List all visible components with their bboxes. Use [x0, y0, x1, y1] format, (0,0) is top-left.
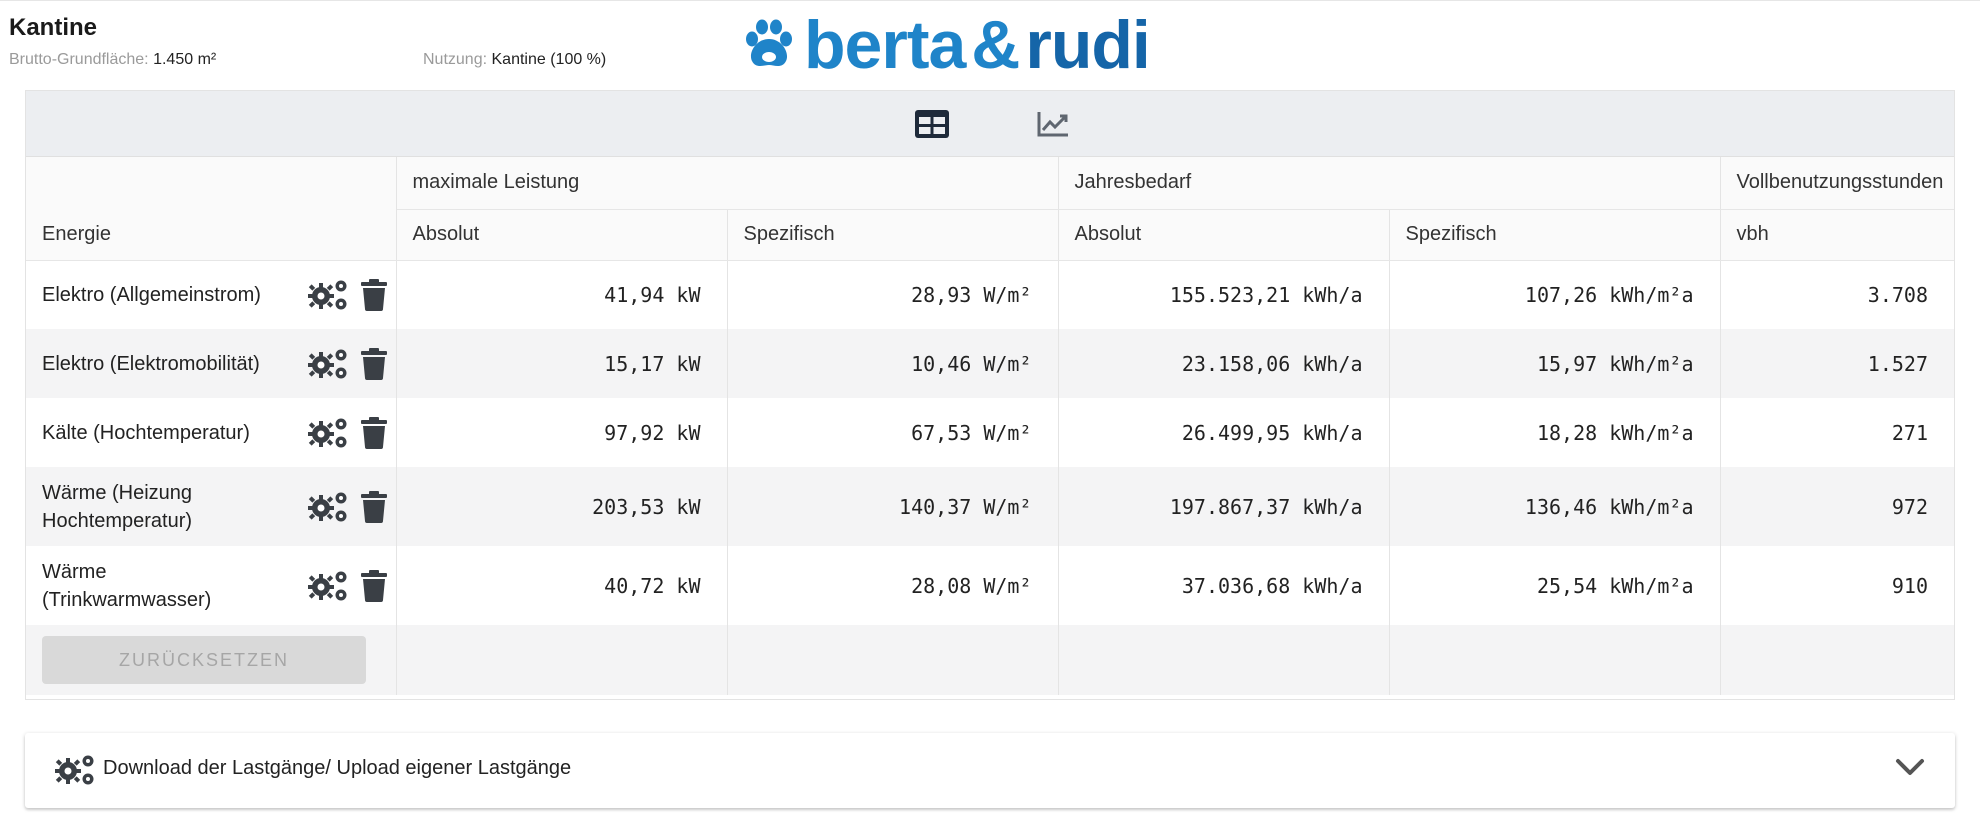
energy-name: Elektro (Allgemeinstrom) — [42, 283, 261, 306]
gross-floor-area-label: Brutto-Grundfläche: — [9, 51, 149, 68]
power-absolute-cell: 41,94 kW — [396, 260, 728, 329]
gross-floor-area: Brutto-Grundfläche: 1.450 m² — [9, 51, 216, 69]
table-view-button[interactable] — [912, 106, 952, 142]
energy-cell: Elektro (Allgemeinstrom) — [26, 260, 397, 329]
trash-icon[interactable] — [360, 569, 388, 602]
power-absolute-cell: 97,92 kW — [396, 398, 728, 467]
annual-specific-cell: 107,26 kWh/m²a — [1389, 260, 1721, 329]
energy-cell: Kälte (Hochtemperatur) — [26, 398, 397, 467]
energy-panel: Energie maximale Leistung Jahresbedarf V… — [25, 90, 1955, 700]
energy-cell: Elektro (Elektromobilität) — [26, 329, 397, 398]
full-load-hours-header: Vollbenutzungsstunden — [1720, 157, 1954, 210]
annual-absolute-cell: 37.036,68 kWh/a — [1058, 546, 1390, 625]
vbh-cell: 972 — [1720, 467, 1954, 546]
settings-icon[interactable] — [307, 278, 350, 312]
gross-floor-area-value: 1.450 m² — [153, 51, 217, 68]
usage: Nutzung: Kantine (100 %) — [423, 51, 606, 69]
power-specific-cell: 10,46 W/m² — [727, 329, 1059, 398]
header: Kantine Brutto-Grundfläche: 1.450 m² Nut… — [0, 0, 1980, 90]
table-row: Kälte (Hochtemperatur) 97,92 kW 67,53 W/m²… — [26, 398, 1954, 467]
table-row: Elektro (Elektromobilität) 15,17 kW 10,46 … — [26, 329, 1954, 398]
power-absolute-header: Absolut — [396, 209, 728, 261]
settings-icon[interactable] — [307, 569, 350, 603]
chevron-down-icon — [1895, 757, 1925, 782]
brand-part2: rudi — [1025, 7, 1150, 83]
energy-name: Elektro (Elektromobilität) — [42, 352, 260, 375]
power-absolute-cell: 203,53 kW — [396, 467, 728, 546]
annual-specific-header: Spezifisch — [1389, 209, 1721, 261]
annual-absolute-cell: 23.158,06 kWh/a — [1058, 329, 1390, 398]
energy-table: Energie maximale Leistung Jahresbedarf V… — [26, 157, 1954, 695]
accordion-label: Download der Lastgänge/ Upload eigener L… — [103, 757, 572, 779]
table-footer: ZURÜCKSETZEN — [26, 625, 1954, 695]
power-specific-header: Spezifisch — [727, 209, 1059, 261]
gears-icon — [55, 753, 97, 792]
power-specific-cell: 28,93 W/m² — [727, 260, 1059, 329]
power-specific-cell: 140,37 W/m² — [727, 467, 1059, 546]
settings-icon[interactable] — [307, 490, 350, 524]
vbh-header: vbh — [1720, 209, 1954, 261]
power-absolute-cell: 15,17 kW — [396, 329, 728, 398]
annual-absolute-cell: 26.499,95 kWh/a — [1058, 398, 1390, 467]
table-row: Wärme (Heizung Hochtemperatur) 203,53 kW 1… — [26, 467, 1954, 546]
brand-part1: berta — [804, 7, 966, 83]
building-title: Kantine — [9, 14, 98, 41]
brand-wordmark: berta&rudi — [804, 11, 1151, 79]
annual-demand-header: Jahresbedarf — [1058, 157, 1721, 210]
vbh-cell: 3.708 — [1720, 260, 1954, 329]
load-profile-accordion[interactable]: Download der Lastgänge/ Upload eigener L… — [25, 733, 1955, 808]
power-specific-cell: 67,53 W/m² — [727, 398, 1059, 467]
chart-view-button[interactable] — [1033, 106, 1073, 142]
settings-icon[interactable] — [307, 347, 350, 381]
paw-icon — [746, 19, 792, 66]
line-chart-icon — [1037, 112, 1068, 137]
annual-absolute-cell: 197.867,37 kWh/a — [1058, 467, 1390, 546]
trash-icon[interactable] — [360, 490, 388, 523]
annual-absolute-header: Absolut — [1058, 209, 1390, 261]
usage-value: Kantine (100 %) — [491, 51, 607, 68]
trash-icon[interactable] — [360, 278, 388, 311]
view-toolbar — [26, 91, 1954, 157]
power-absolute-cell: 40,72 kW — [396, 546, 728, 625]
energy-cell: Wärme (Trinkwarmwasser) — [26, 546, 397, 625]
reset-button[interactable]: ZURÜCKSETZEN — [42, 636, 366, 684]
vbh-cell: 271 — [1720, 398, 1954, 467]
vbh-cell: 910 — [1720, 546, 1954, 625]
vbh-cell: 1.527 — [1720, 329, 1954, 398]
max-power-header: maximale Leistung — [396, 157, 1059, 210]
energy-column-header: Energie — [26, 157, 397, 261]
settings-icon[interactable] — [307, 416, 350, 450]
trash-icon[interactable] — [360, 416, 388, 449]
table-icon — [915, 110, 949, 138]
energy-name: Wärme (Heizung Hochtemperatur) — [42, 481, 193, 532]
trash-icon[interactable] — [360, 347, 388, 380]
energy-name: Wärme (Trinkwarmwasser) — [42, 560, 212, 611]
brand-amp: & — [971, 7, 1020, 83]
energy-cell: Wärme (Heizung Hochtemperatur) — [26, 467, 397, 546]
annual-specific-cell: 25,54 kWh/m²a — [1389, 546, 1721, 625]
usage-label: Nutzung: — [423, 51, 488, 68]
power-specific-cell: 28,08 W/m² — [727, 546, 1059, 625]
annual-specific-cell: 136,46 kWh/m²a — [1389, 467, 1721, 546]
annual-absolute-cell: 155.523,21 kWh/a — [1058, 260, 1390, 329]
table-row: Elektro (Allgemeinstrom) 41,94 kW 28,93 W/… — [26, 260, 1954, 329]
energy-name: Kälte (Hochtemperatur) — [42, 421, 250, 444]
annual-specific-cell: 18,28 kWh/m²a — [1389, 398, 1721, 467]
brand-logo: berta&rudi — [742, 11, 1151, 79]
table-row: Wärme (Trinkwarmwasser) 40,72 kW 28,08 W/m… — [26, 546, 1954, 625]
annual-specific-cell: 15,97 kWh/m²a — [1389, 329, 1721, 398]
